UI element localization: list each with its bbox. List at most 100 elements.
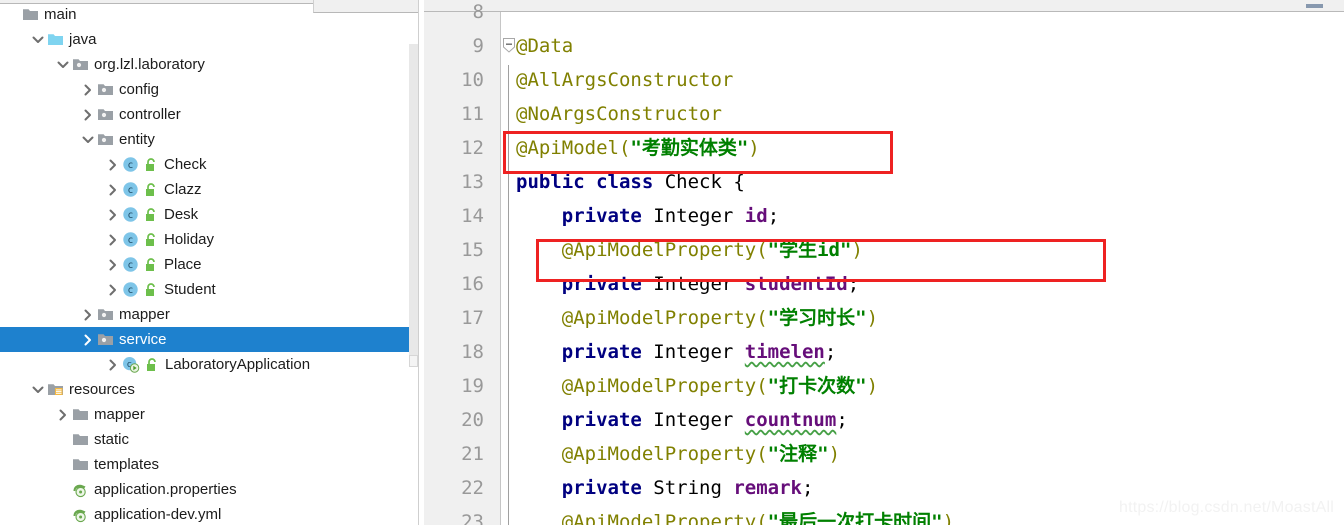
tree-item-controller[interactable]: controller bbox=[0, 102, 420, 127]
chevron-right-icon[interactable] bbox=[81, 308, 94, 321]
code-token: @ApiModelProperty( bbox=[561, 307, 768, 329]
tree-item-mapper[interactable]: mapper bbox=[0, 402, 420, 427]
code-token: @ApiModelProperty( bbox=[561, 443, 768, 465]
code-token: "打卡次数" bbox=[767, 375, 867, 397]
tree-item-check[interactable]: c Check bbox=[0, 152, 420, 177]
fold-region-line bbox=[508, 201, 509, 235]
java-class-icon: c bbox=[122, 256, 139, 273]
tree-item-service[interactable]: service bbox=[0, 327, 420, 352]
chevron-down-icon[interactable] bbox=[31, 383, 44, 396]
code-token: @ApiModelProperty( bbox=[561, 375, 768, 397]
chevron-down-icon[interactable] bbox=[81, 133, 94, 146]
tree-item-org-lzl-laboratory[interactable]: org.lzl.laboratory bbox=[0, 52, 420, 77]
chevron-right-icon[interactable] bbox=[106, 208, 119, 221]
tree-item-desk[interactable]: c Desk bbox=[0, 202, 420, 227]
chevron-right-icon[interactable] bbox=[106, 233, 119, 246]
code-line[interactable]: 19 @ApiModelProperty("打卡次数") bbox=[424, 369, 1344, 403]
tree-item-templates[interactable]: templates bbox=[0, 452, 420, 477]
tree-item-label: org.lzl.laboratory bbox=[94, 55, 205, 73]
tree-item-label: Student bbox=[164, 280, 216, 298]
unlocked-padlock-icon bbox=[144, 207, 156, 222]
tree-item-place[interactable]: c Place bbox=[0, 252, 420, 277]
line-number: 13 bbox=[461, 171, 484, 193]
line-number: 17 bbox=[461, 307, 484, 329]
tree-item-label: Desk bbox=[164, 205, 199, 223]
code-line-text: @ApiModelProperty("注释") bbox=[516, 437, 840, 471]
tree-item-holiday[interactable]: c Holiday bbox=[0, 227, 420, 252]
tree-item-clazz[interactable]: c Clazz bbox=[0, 177, 420, 202]
fold-region-line bbox=[508, 507, 509, 525]
code-line[interactable]: 18 private Integer timelen; bbox=[424, 335, 1344, 369]
code-line[interactable]: 14 private Integer id; bbox=[424, 199, 1344, 233]
tree-item-config[interactable]: config bbox=[0, 77, 420, 102]
code-line[interactable]: 9 @Data bbox=[424, 29, 1344, 63]
code-token: @ApiModelProperty( bbox=[561, 511, 768, 525]
fold-region-line bbox=[508, 405, 509, 439]
unlocked-padlock-icon bbox=[144, 257, 156, 272]
code-token: remark bbox=[733, 477, 802, 499]
tree-item-label: application.properties bbox=[94, 480, 237, 498]
tree-item-resources[interactable]: resources bbox=[0, 377, 420, 402]
code-line-text: private String remark; bbox=[516, 471, 814, 505]
tree-item-mapper[interactable]: mapper bbox=[0, 302, 420, 327]
sidebar-divider[interactable] bbox=[418, 0, 419, 525]
unlocked-padlock-icon bbox=[144, 182, 156, 197]
code-line-text: @NoArgsConstructor bbox=[516, 97, 722, 131]
tree-item-main[interactable]: main bbox=[0, 2, 420, 27]
fold-collapse-icon[interactable] bbox=[502, 37, 516, 71]
tree-item-student[interactable]: c Student bbox=[0, 277, 420, 302]
chevron-right-icon[interactable] bbox=[106, 283, 119, 296]
line-number: 22 bbox=[461, 477, 484, 499]
tree-item-label: templates bbox=[94, 455, 160, 473]
java-class-icon: c bbox=[122, 181, 139, 198]
code-line[interactable]: 11 @NoArgsConstructor bbox=[424, 97, 1344, 131]
code-line[interactable]: 21 @ApiModelProperty("注释") bbox=[424, 437, 1344, 471]
chevron-right-icon[interactable] bbox=[106, 183, 119, 196]
tree-item-application-properties[interactable]: application.properties bbox=[0, 477, 420, 502]
fold-region-line bbox=[508, 439, 509, 473]
code-editor[interactable]: 8 9 @Data 10 @AllArgsConstructor 11 @NoArgsCon… bbox=[424, 0, 1344, 525]
fold-region-line bbox=[508, 99, 509, 133]
code-line[interactable]: 10 @AllArgsConstructor bbox=[424, 63, 1344, 97]
chevron-down-icon[interactable] bbox=[56, 58, 69, 71]
project-tree-panel[interactable]: main java org.lzl.laboratory config controll… bbox=[0, 0, 420, 525]
chevron-placeholder-icon bbox=[56, 483, 69, 496]
chevron-right-icon[interactable] bbox=[81, 83, 94, 96]
code-line[interactable]: 8 bbox=[424, 0, 1344, 29]
code-line-text: @AllArgsConstructor bbox=[516, 63, 733, 97]
java-class-icon: c bbox=[122, 156, 139, 173]
code-token: ) bbox=[866, 375, 879, 397]
chevron-right-icon[interactable] bbox=[81, 108, 94, 121]
code-token: ) bbox=[942, 511, 955, 525]
tree-item-application-dev-yml[interactable]: application-dev.yml bbox=[0, 502, 420, 525]
chevron-right-icon[interactable] bbox=[106, 258, 119, 271]
code-token: Integer bbox=[653, 205, 745, 227]
chevron-right-icon[interactable] bbox=[106, 358, 119, 371]
folder-package-icon bbox=[97, 331, 114, 348]
code-line[interactable]: 20 private Integer countnum; bbox=[424, 403, 1344, 437]
line-number: 15 bbox=[461, 239, 484, 261]
chevron-right-icon[interactable] bbox=[106, 158, 119, 171]
fold-region-line bbox=[508, 473, 509, 507]
chevron-right-icon[interactable] bbox=[56, 408, 69, 421]
tree-item-entity[interactable]: entity bbox=[0, 127, 420, 152]
sidebar-scrollbar-thumb[interactable] bbox=[409, 355, 418, 367]
tree-item-static[interactable]: static bbox=[0, 427, 420, 452]
chevron-down-icon[interactable] bbox=[31, 33, 44, 46]
line-number: 21 bbox=[461, 443, 484, 465]
sidebar-scrollbar-track[interactable] bbox=[409, 44, 418, 362]
code-token: timelen bbox=[744, 341, 825, 363]
tree-item-laboratoryapplication[interactable]: c LaboratoryApplication bbox=[0, 352, 420, 377]
code-line[interactable]: 17 @ApiModelProperty("学习时长") bbox=[424, 301, 1344, 335]
box-apimodelproperty bbox=[536, 239, 1106, 282]
code-token: ; bbox=[767, 205, 780, 227]
code-token: public class bbox=[516, 171, 665, 193]
tree-item-label: Holiday bbox=[164, 230, 215, 248]
chevron-right-icon[interactable] bbox=[81, 333, 94, 346]
line-number: 20 bbox=[461, 409, 484, 431]
code-token: Check { bbox=[664, 171, 745, 193]
tree-item-java[interactable]: java bbox=[0, 27, 420, 52]
line-number: 8 bbox=[472, 1, 484, 23]
